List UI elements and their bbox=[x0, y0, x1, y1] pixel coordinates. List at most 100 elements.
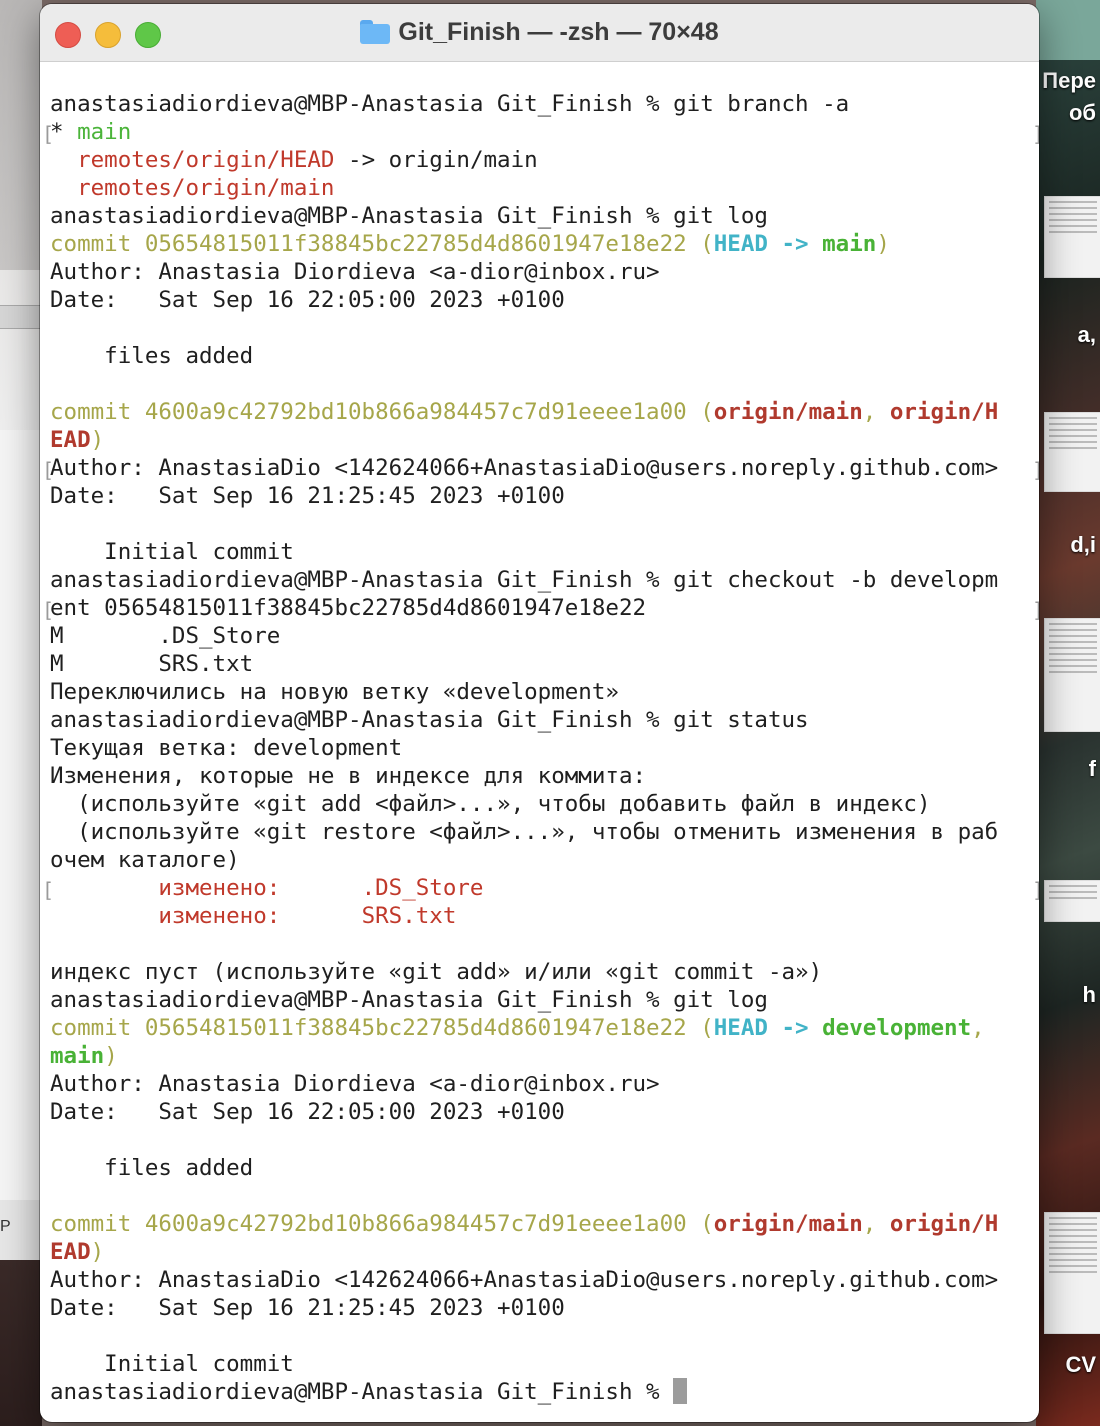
line-mark-right: ] bbox=[1032, 456, 1039, 484]
terminal-line: commit 4600a9c42792bd10b866a984457c7d91e… bbox=[50, 398, 1039, 426]
terminal-text: HEAD -> bbox=[713, 231, 823, 257]
terminal-text: (используйте «git add <файл>...», чтобы … bbox=[50, 791, 931, 817]
terminal-text: commit 4600a9c42792bd10b866a984457c7d91e… bbox=[50, 1211, 714, 1237]
terminal-text: , bbox=[862, 399, 890, 425]
terminal-line: Author: AnastasiaDio <142624066+Anastasi… bbox=[50, 1266, 1039, 1294]
terminal-line: EAD) bbox=[50, 426, 1039, 454]
terminal-text: * bbox=[50, 119, 78, 145]
terminal-line: Изменения, которые не в индексе для комм… bbox=[50, 762, 1039, 790]
terminal-text: ) bbox=[876, 231, 890, 257]
terminal-line: Date: Sat Sep 16 22:05:00 2023 +0100 bbox=[50, 286, 1039, 314]
terminal-line: anastasiadiordieva@MBP-Anastasia Git_Fin… bbox=[50, 986, 1039, 1014]
terminal-text: Author: AnastasiaDio <142624066+Anastasi… bbox=[50, 455, 999, 481]
desktop-file-label[interactable]: a, bbox=[1078, 322, 1096, 348]
desktop-file-thumbnail[interactable] bbox=[1044, 618, 1100, 732]
terminal-line: изменено: SRS.txt bbox=[50, 902, 1039, 930]
desktop-file-thumbnail[interactable] bbox=[1044, 196, 1100, 278]
terminal-line: M SRS.txt bbox=[50, 650, 1039, 678]
terminal-text: Date: Sat Sep 16 21:25:45 2023 +0100 bbox=[50, 1295, 565, 1321]
terminal-line: [] * main bbox=[42, 118, 1039, 146]
terminal-text: origin/main bbox=[713, 1211, 863, 1237]
terminal-line: очем каталоге) bbox=[50, 846, 1039, 874]
desktop-file-thumbnail[interactable] bbox=[1044, 880, 1100, 922]
window-titlebar[interactable]: Git_Finish — -zsh — 70×48 bbox=[40, 4, 1039, 62]
desktop-file-label[interactable]: h bbox=[1083, 982, 1096, 1008]
terminal-line: EAD) bbox=[50, 1238, 1039, 1266]
terminal-line: files added bbox=[50, 1154, 1039, 1182]
terminal-text: Date: Sat Sep 16 21:25:45 2023 +0100 bbox=[50, 483, 565, 509]
terminal-text: Date: Sat Sep 16 22:05:00 2023 +0100 bbox=[50, 287, 565, 313]
desktop-left-edge: P bbox=[0, 0, 42, 1426]
terminal-text: commit 05654815011f38845bc22785d4d860194… bbox=[50, 1015, 714, 1041]
desktop-file-label[interactable]: CV bbox=[1065, 1352, 1096, 1378]
terminal-text: remotes/origin/main bbox=[77, 175, 335, 201]
line-mark-left: [ bbox=[42, 878, 55, 902]
desktop-file-thumbnail[interactable] bbox=[1044, 412, 1100, 492]
terminal-text: anastasiadiordieva@MBP-Anastasia Git_Fin… bbox=[50, 203, 768, 229]
terminal-line: [] Author: AnastasiaDio <142624066+Anasta… bbox=[42, 454, 1039, 484]
terminal-text: files added bbox=[50, 1155, 254, 1181]
terminal-text: Initial commit bbox=[50, 539, 294, 565]
terminal-cursor[interactable] bbox=[673, 1378, 688, 1404]
terminal-text: main bbox=[822, 231, 877, 257]
desktop-file-label[interactable]: d,i bbox=[1070, 532, 1096, 558]
line-mark-left: [ bbox=[42, 598, 55, 622]
background-window-label: P bbox=[0, 1218, 11, 1235]
terminal-line: anastasiadiordieva@MBP-Anastasia Git_Fin… bbox=[50, 202, 1039, 230]
terminal-line: commit 05654815011f38845bc22785d4d860194… bbox=[50, 230, 1039, 258]
terminal-line: commit 4600a9c42792bd10b866a984457c7d91e… bbox=[50, 1210, 1039, 1238]
terminal-text: ) bbox=[90, 1239, 105, 1265]
terminal-line: индекс пуст (используйте «git add» и/или… bbox=[50, 958, 1039, 986]
desktop-file-label[interactable]: Пере bbox=[1042, 68, 1096, 94]
terminal-text: индекс пуст (используйте «git add» и/или… bbox=[50, 959, 823, 985]
desktop-right-edge: Пере об a, d,i f h CV bbox=[1036, 0, 1100, 1426]
terminal-line: Текущая ветка: development bbox=[50, 734, 1039, 762]
terminal-text: ) bbox=[104, 1043, 118, 1069]
terminal-text: Переключились на новую ветку «developmen… bbox=[50, 679, 619, 705]
terminal-text: Author: Anastasia Diordieva <a-dior@inbo… bbox=[50, 1071, 660, 1097]
terminal-line: anastasiadiordieva@MBP-Anastasia Git_Fin… bbox=[50, 566, 1039, 594]
terminal-line: Date: Sat Sep 16 22:05:00 2023 +0100 bbox=[50, 1098, 1039, 1126]
terminal-line: anastasiadiordieva@MBP-Anastasia Git_Fin… bbox=[50, 90, 1039, 118]
terminal-text: Текущая ветка: development bbox=[50, 735, 403, 761]
terminal-line: Date: Sat Sep 16 21:25:45 2023 +0100 bbox=[50, 482, 1039, 510]
terminal-text: files added bbox=[50, 343, 254, 369]
terminal-line: (используйте «git restore <файл>...», чт… bbox=[50, 818, 1039, 846]
terminal-line: (используйте «git add <файл>...», чтобы … bbox=[50, 790, 1039, 818]
terminal-line: Initial commit bbox=[50, 538, 1039, 566]
terminal-text: Author: Anastasia Diordieva <a-dior@inbo… bbox=[50, 259, 660, 285]
terminal-text: M SRS.txt bbox=[50, 651, 254, 677]
terminal-text: main bbox=[77, 119, 132, 145]
folder-icon bbox=[360, 20, 391, 44]
desktop-file-thumbnail[interactable] bbox=[1044, 1212, 1100, 1334]
terminal-text: commit 05654815011f38845bc22785d4d860194… bbox=[50, 231, 714, 257]
terminal-text: Author: AnastasiaDio <142624066+Anastasi… bbox=[50, 1267, 999, 1293]
line-mark-left: [ bbox=[42, 458, 55, 482]
terminal-line: remotes/origin/HEAD -> origin/main bbox=[50, 146, 1039, 174]
terminal-text: (используйте «git restore <файл>...», чт… bbox=[50, 819, 999, 845]
terminal-line: M .DS_Store bbox=[50, 622, 1039, 650]
terminal-output[interactable]: anastasiadiordieva@MBP-Anastasia Git_Fin… bbox=[42, 90, 1039, 1406]
terminal-text: remotes/origin/HEAD bbox=[77, 147, 335, 173]
terminal-text: -> origin/main bbox=[334, 147, 538, 173]
terminal-text: EAD bbox=[50, 1239, 91, 1265]
desktop-file-label[interactable]: об bbox=[1069, 100, 1096, 126]
terminal-line: Date: Sat Sep 16 21:25:45 2023 +0100 bbox=[50, 1294, 1039, 1322]
terminal-line: anastasiadiordieva@MBP-Anastasia Git_Fin… bbox=[50, 706, 1039, 734]
window-title: Git_Finish — -zsh — 70×48 bbox=[40, 18, 1039, 47]
terminal-text: HEAD -> bbox=[713, 1015, 823, 1041]
terminal-line: Author: Anastasia Diordieva <a-dior@inbo… bbox=[50, 1070, 1039, 1098]
desktop-file-label[interactable]: f bbox=[1089, 756, 1096, 782]
terminal-text: , bbox=[862, 1211, 890, 1237]
terminal-line: commit 05654815011f38845bc22785d4d860194… bbox=[50, 1014, 1039, 1042]
terminal-line: files added bbox=[50, 342, 1039, 370]
terminal-line: anastasiadiordieva@MBP-Anastasia Git_Fin… bbox=[50, 1378, 1039, 1406]
terminal-text: Initial commit bbox=[50, 1351, 294, 1377]
